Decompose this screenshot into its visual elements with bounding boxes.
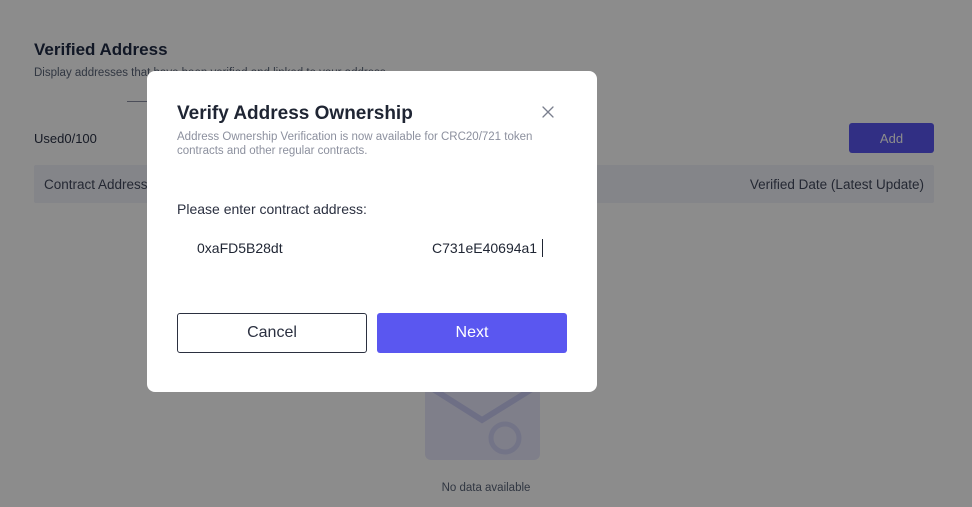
modal-description: Address Ownership Verification is now av… [177,131,533,157]
contract-address-input[interactable]: 0xaFD5B28dt C731eE40694a1 [177,231,567,265]
cancel-button[interactable]: Cancel [177,313,367,353]
contract-address-label: Please enter contract address: [177,201,367,217]
next-button[interactable]: Next [377,313,567,353]
address-value-end: C731eE40694a1 [432,240,538,256]
modal-title: Verify Address Ownership [177,103,413,124]
verify-address-modal: Verify Address Ownership Address Ownersh… [147,71,597,392]
address-value-start: 0xaFD5B28dt [197,240,283,256]
text-caret [542,239,543,257]
close-icon[interactable] [538,102,558,122]
